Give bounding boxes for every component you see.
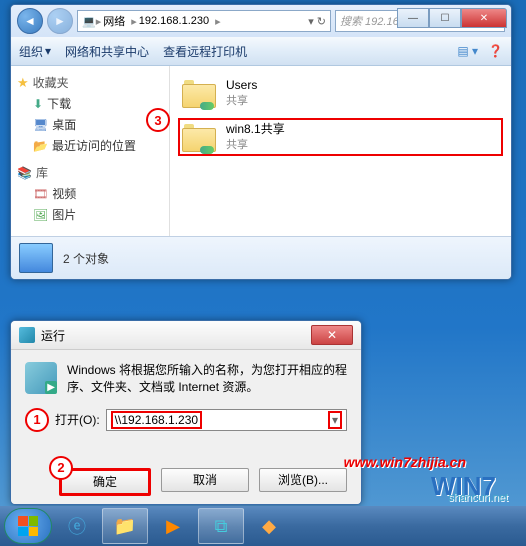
taskbar-run[interactable]: ⧉	[198, 508, 244, 544]
sidebar-item-downloads[interactable]: ⬇下载	[15, 93, 165, 114]
run-icon	[19, 327, 35, 343]
status-text: 2 个对象	[63, 250, 109, 267]
folder-icon	[182, 78, 218, 108]
close-button[interactable]: ✕	[461, 8, 507, 28]
printers-button[interactable]: 查看远程打印机	[163, 43, 247, 60]
taskbar: ⓔ 📁 ▶ ⧉ ◆	[0, 506, 526, 546]
folder-win81[interactable]: win8.1共享共享	[178, 118, 503, 156]
run-titlebar: 运行 ✕	[11, 321, 361, 350]
annotation-1: 1	[25, 408, 49, 432]
minimize-button[interactable]: —	[397, 8, 429, 28]
forward-button[interactable]: ►	[47, 8, 73, 34]
sidebar-item-pictures[interactable]: 🖼图片	[15, 204, 165, 225]
start-button[interactable]	[4, 508, 52, 544]
taskbar-ie[interactable]: ⓔ	[54, 508, 100, 544]
sidebar-item-recent[interactable]: 📂最近访问的位置	[15, 135, 165, 156]
network-center-button[interactable]: 网络和共享中心	[65, 43, 149, 60]
taskbar-explorer[interactable]: 📁	[102, 508, 148, 544]
watermark-url: www.win7zhijia.cn	[344, 454, 466, 470]
annotation-2: 2	[49, 456, 73, 480]
run-value: \\192.168.1.230	[111, 411, 202, 429]
cancel-button[interactable]: 取消	[161, 468, 249, 492]
organize-button[interactable]: 组织 ▾	[19, 43, 51, 60]
taskbar-mediaplayer[interactable]: ▶	[150, 508, 196, 544]
ok-button[interactable]: 确定	[59, 468, 151, 496]
run-app-icon	[25, 362, 57, 394]
watermark-shancun: shancun.net	[448, 492, 508, 504]
annotation-3: 3	[146, 108, 170, 132]
run-open-label: 打开(O):	[55, 411, 100, 428]
browse-button[interactable]: 浏览(B)...	[259, 468, 347, 492]
folder-users[interactable]: Users共享	[178, 74, 503, 112]
sidebar: ★收藏夹 ⬇下载 🖥桌面 📂最近访问的位置 📚库 🎞视频 🖼图片	[11, 66, 170, 236]
run-close-button[interactable]: ✕	[311, 325, 353, 345]
explorer-window: ◄ ► 💻 ▸ 网络 ▸ 192.168.1.230 ▸ ▾ ↻ 搜索 192.…	[10, 4, 512, 280]
content-pane: Users共享 3 win8.1共享共享	[170, 66, 511, 236]
run-title-text: 运行	[41, 327, 65, 344]
address-bar: ◄ ► 💻 ▸ 网络 ▸ 192.168.1.230 ▸ ▾ ↻ 搜索 192.…	[11, 5, 511, 37]
maximize-button[interactable]: ☐	[429, 8, 461, 28]
sidebar-libraries[interactable]: 📚库	[15, 162, 165, 183]
back-button[interactable]: ◄	[17, 8, 43, 34]
folder-icon	[182, 122, 218, 152]
run-description: Windows 将根据您所输入的名称，为您打开相应的程序、文件夹、文档或 Int…	[67, 362, 347, 396]
sidebar-item-desktop[interactable]: 🖥桌面	[15, 114, 165, 135]
sidebar-item-videos[interactable]: 🎞视频	[15, 183, 165, 204]
status-bar: 2 个对象	[11, 236, 511, 279]
taskbar-app[interactable]: ◆	[246, 508, 292, 544]
run-input[interactable]: \\192.168.1.230 ▾	[106, 409, 347, 431]
breadcrumb[interactable]: 💻 ▸ 网络 ▸ 192.168.1.230 ▸ ▾ ↻	[77, 10, 331, 32]
run-dialog: 运行 ✕ Windows 将根据您所输入的名称，为您打开相应的程序、文件夹、文档…	[10, 320, 362, 505]
toolbar: 组织 ▾ 网络和共享中心 查看远程打印机 ▤ ▾ ❓	[11, 37, 511, 66]
breadcrumb-network[interactable]: 网络	[101, 13, 131, 29]
sidebar-favorites[interactable]: ★收藏夹	[15, 72, 165, 93]
computer-icon	[19, 243, 53, 273]
breadcrumb-ip[interactable]: 192.168.1.230	[137, 15, 215, 27]
